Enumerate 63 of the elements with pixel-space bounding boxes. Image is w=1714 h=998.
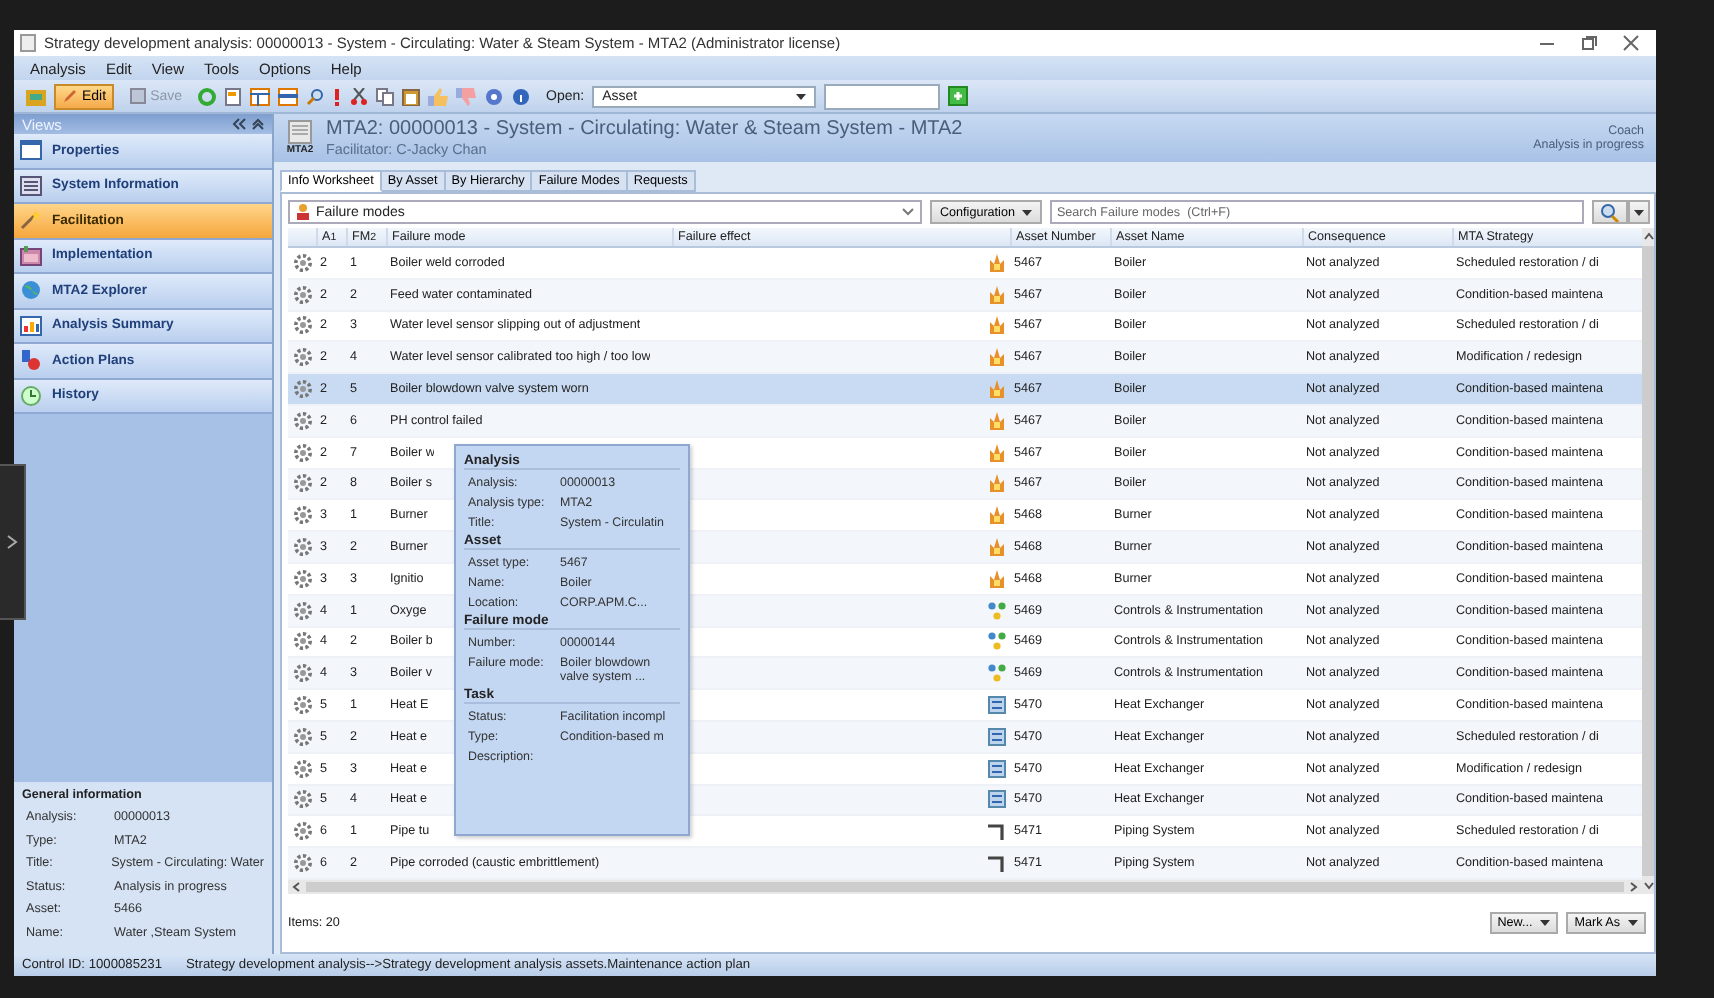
vertical-scrollbar[interactable] xyxy=(1642,228,1654,894)
list-view-icon[interactable] xyxy=(278,87,299,105)
caret-icon xyxy=(796,93,807,99)
flame-icon xyxy=(987,380,1005,399)
app-icon xyxy=(20,34,36,52)
clipboard-icon[interactable] xyxy=(402,87,421,105)
calendar-icon xyxy=(20,245,42,266)
wand-icon xyxy=(20,210,42,231)
exchanger-icon xyxy=(987,727,1005,746)
restore-icon[interactable] xyxy=(1580,34,1598,52)
caret-icon xyxy=(1634,209,1644,215)
info-icon[interactable] xyxy=(512,87,531,105)
document-icon xyxy=(286,120,314,144)
caret-icon xyxy=(1022,209,1033,215)
flame-icon xyxy=(987,411,1005,430)
dots-icon xyxy=(987,664,1005,683)
exclamation-icon[interactable] xyxy=(332,87,343,105)
help-icon[interactable] xyxy=(484,87,505,105)
chevron-icon xyxy=(6,534,18,550)
clock-icon xyxy=(20,385,42,406)
search-options-button[interactable] xyxy=(1628,200,1650,224)
dots-icon xyxy=(987,601,1005,620)
thumbs-up-icon[interactable] xyxy=(428,87,449,105)
flame-icon xyxy=(987,474,1005,493)
tools-icon xyxy=(20,350,42,371)
flame-icon xyxy=(987,348,1005,367)
chevron-left-icon[interactable] xyxy=(292,881,300,892)
globe-icon xyxy=(20,280,42,301)
exchanger-icon xyxy=(987,759,1005,778)
list-icon xyxy=(20,175,42,196)
search-button[interactable] xyxy=(1592,200,1628,224)
exchanger-icon xyxy=(987,696,1005,715)
pin-icon[interactable] xyxy=(252,118,264,130)
chevron-down-icon[interactable] xyxy=(1643,881,1653,890)
chevron-up-icon[interactable] xyxy=(1643,232,1653,240)
flame-icon xyxy=(987,569,1005,588)
collapse-icon[interactable] xyxy=(232,118,246,130)
flame-icon xyxy=(987,443,1005,462)
caret-icon xyxy=(1540,919,1551,926)
flame-icon xyxy=(987,285,1005,304)
layout-icon[interactable] xyxy=(250,87,271,105)
flame-icon xyxy=(987,253,1005,272)
copy-icon[interactable] xyxy=(376,87,395,105)
analysis-title: MTA2: 00000013 - System - Circulating: Water & Steam System - MTA2 xyxy=(326,118,965,140)
scissors-icon[interactable] xyxy=(350,87,369,105)
flame-icon xyxy=(987,506,1005,525)
input-field[interactable] xyxy=(824,83,941,109)
exchanger-icon xyxy=(987,790,1005,809)
pencil-icon xyxy=(62,88,78,104)
person-icon xyxy=(296,204,310,220)
search-icon[interactable] xyxy=(306,87,325,105)
chevron-right-icon[interactable] xyxy=(1630,881,1638,892)
window-icon xyxy=(20,140,42,161)
chevron-down-icon xyxy=(902,208,914,216)
flame-icon xyxy=(987,538,1005,557)
caret-icon xyxy=(1628,919,1638,926)
go-icon[interactable] xyxy=(948,86,969,106)
chart-icon xyxy=(20,315,42,336)
close-icon[interactable] xyxy=(1622,34,1640,52)
flame-icon xyxy=(987,316,1005,335)
thumbs-down-icon[interactable] xyxy=(456,87,477,105)
document-icon[interactable] xyxy=(224,87,243,105)
dots-icon xyxy=(987,632,1005,651)
